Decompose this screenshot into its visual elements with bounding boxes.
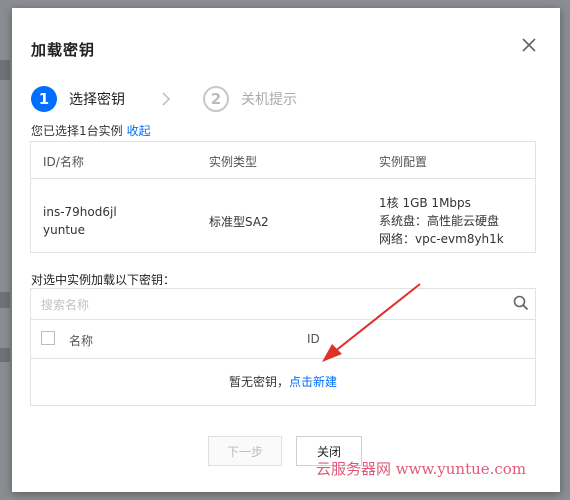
key-table-header: 名称 ID [31, 320, 535, 359]
close-icon[interactable] [520, 36, 538, 54]
step-select-key: 1 选择密钥 [31, 86, 125, 112]
search-icon[interactable] [513, 295, 529, 311]
select-all-checkbox[interactable] [41, 331, 55, 345]
step-number-1: 1 [31, 86, 57, 112]
empty-text: 暂无密钥， [228, 375, 289, 389]
instance-type: 标准型SA2 [209, 215, 269, 229]
instance-table-header: ID/名称 实例类型 实例配置 [31, 142, 535, 179]
selected-count-text: 您已选择1台实例 收起 [31, 122, 151, 139]
step-shutdown-tip: 2 关机提示 [203, 86, 297, 112]
search-input[interactable] [39, 294, 503, 316]
header-instance-type: 实例类型 [209, 155, 258, 169]
instance-config-network: 网络：vpc-evm8yh1k [379, 232, 504, 246]
instance-config-spec: 1核 1GB 1Mbps [379, 196, 471, 210]
search-bar [31, 289, 535, 320]
create-key-link[interactable]: 点击新建 [289, 375, 337, 389]
backdrop-strip [0, 60, 10, 80]
instance-id: ins-79hod6jl [43, 205, 117, 219]
instance-config-disk: 系统盘：高性能云硬盘 [379, 214, 500, 228]
key-panel: 名称 ID 暂无密钥，点击新建 [30, 288, 536, 406]
chevron-right-icon [159, 91, 173, 107]
backdrop-strip [0, 292, 10, 308]
instance-table: ID/名称 实例类型 实例配置 ins-79hod6jl yuntue 标准型S… [30, 141, 536, 253]
collapse-link[interactable]: 收起 [127, 124, 151, 138]
dialog-title: 加载密钥 [31, 41, 96, 59]
step-label-shutdown-tip: 关机提示 [241, 92, 297, 108]
instance-name: yuntue [43, 223, 86, 237]
header-key-id: ID [307, 332, 320, 346]
step-label-select-key: 选择密钥 [69, 92, 125, 108]
load-key-dialog: 加载密钥 1 选择密钥 2 关机提示 您已选择1台实例 收起 ID/名称 实例类型… [12, 8, 560, 492]
load-key-label: 对选中实例加载以下密钥： [31, 273, 176, 287]
next-step-button[interactable]: 下一步 [208, 436, 282, 466]
header-id-name: ID/名称 [43, 155, 84, 169]
backdrop-strip [0, 348, 10, 362]
empty-state: 暂无密钥，点击新建 [31, 373, 535, 390]
selected-count-label: 您已选择1台实例 [31, 124, 123, 138]
header-instance-config: 实例配置 [379, 155, 428, 169]
step-number-2: 2 [203, 86, 229, 112]
watermark: 云服务器网 www.yuntue.com [316, 460, 527, 478]
header-key-name: 名称 [69, 334, 94, 348]
